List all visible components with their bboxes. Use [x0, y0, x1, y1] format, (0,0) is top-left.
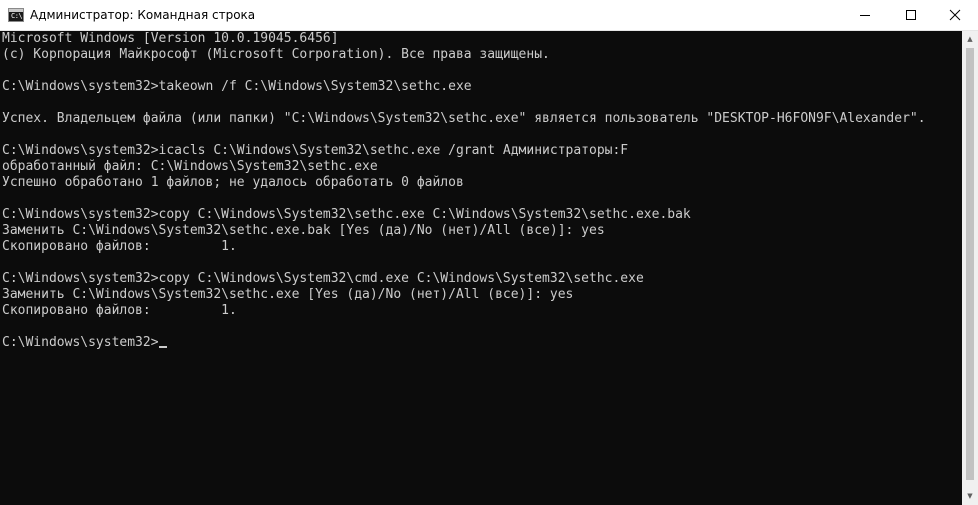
- command-prompt-window: C:\ Администратор: Командная строка Micr…: [0, 0, 978, 505]
- cmd-icon[interactable]: C:\: [8, 8, 24, 22]
- console-line: Успех. Владельцем файла (или папки) "C:\…: [2, 111, 926, 126]
- console-line: Microsoft Windows [Version 10.0.19045.64…: [2, 31, 339, 46]
- close-button[interactable]: [932, 0, 978, 30]
- scroll-down-arrow-icon[interactable]: ▼: [962, 488, 978, 505]
- minimize-button[interactable]: [842, 0, 888, 30]
- text-cursor: [158, 346, 167, 348]
- console-line: обработанный файл: C:\Windows\System32\s…: [2, 159, 378, 174]
- console-line: C:\Windows\system32>takeown /f C:\Window…: [2, 79, 472, 94]
- console-line: (c) Корпорация Майкрософт (Microsoft Cor…: [2, 47, 550, 62]
- maximize-icon: [906, 10, 916, 20]
- console-line: Скопировано файлов: 1.: [2, 303, 237, 318]
- prompt-text: C:\Windows\system32>: [2, 335, 159, 350]
- scroll-up-arrow-icon[interactable]: ▲: [962, 31, 978, 48]
- title-bar[interactable]: C:\ Администратор: Командная строка: [0, 0, 978, 31]
- minimize-icon: [860, 15, 870, 16]
- maximize-button[interactable]: [888, 0, 934, 30]
- prompt-line[interactable]: C:\Windows\system32>: [0, 335, 962, 351]
- window-title: Администратор: Командная строка: [30, 8, 256, 22]
- console-line: C:\Windows\system32>icacls C:\Windows\Sy…: [2, 143, 629, 158]
- scrollbar-thumb[interactable]: [966, 48, 974, 480]
- console-line: C:\Windows\system32>copy C:\Windows\Syst…: [2, 207, 691, 222]
- cmd-icon-text: C:\: [11, 12, 23, 20]
- console-line: Успешно обработано 1 файлов; не удалось …: [2, 175, 464, 190]
- console-output[interactable]: Microsoft Windows [Version 10.0.19045.64…: [0, 31, 962, 505]
- console-line: C:\Windows\system32>copy C:\Windows\Syst…: [2, 271, 644, 286]
- vertical-scrollbar[interactable]: ▲ ▼: [962, 31, 978, 505]
- console-line: Заменить C:\Windows\System32\sethc.exe […: [2, 287, 574, 302]
- console-line: Заменить C:\Windows\System32\sethc.exe.b…: [2, 223, 605, 238]
- close-icon: [949, 9, 961, 21]
- console-line: Скопировано файлов: 1.: [2, 239, 237, 254]
